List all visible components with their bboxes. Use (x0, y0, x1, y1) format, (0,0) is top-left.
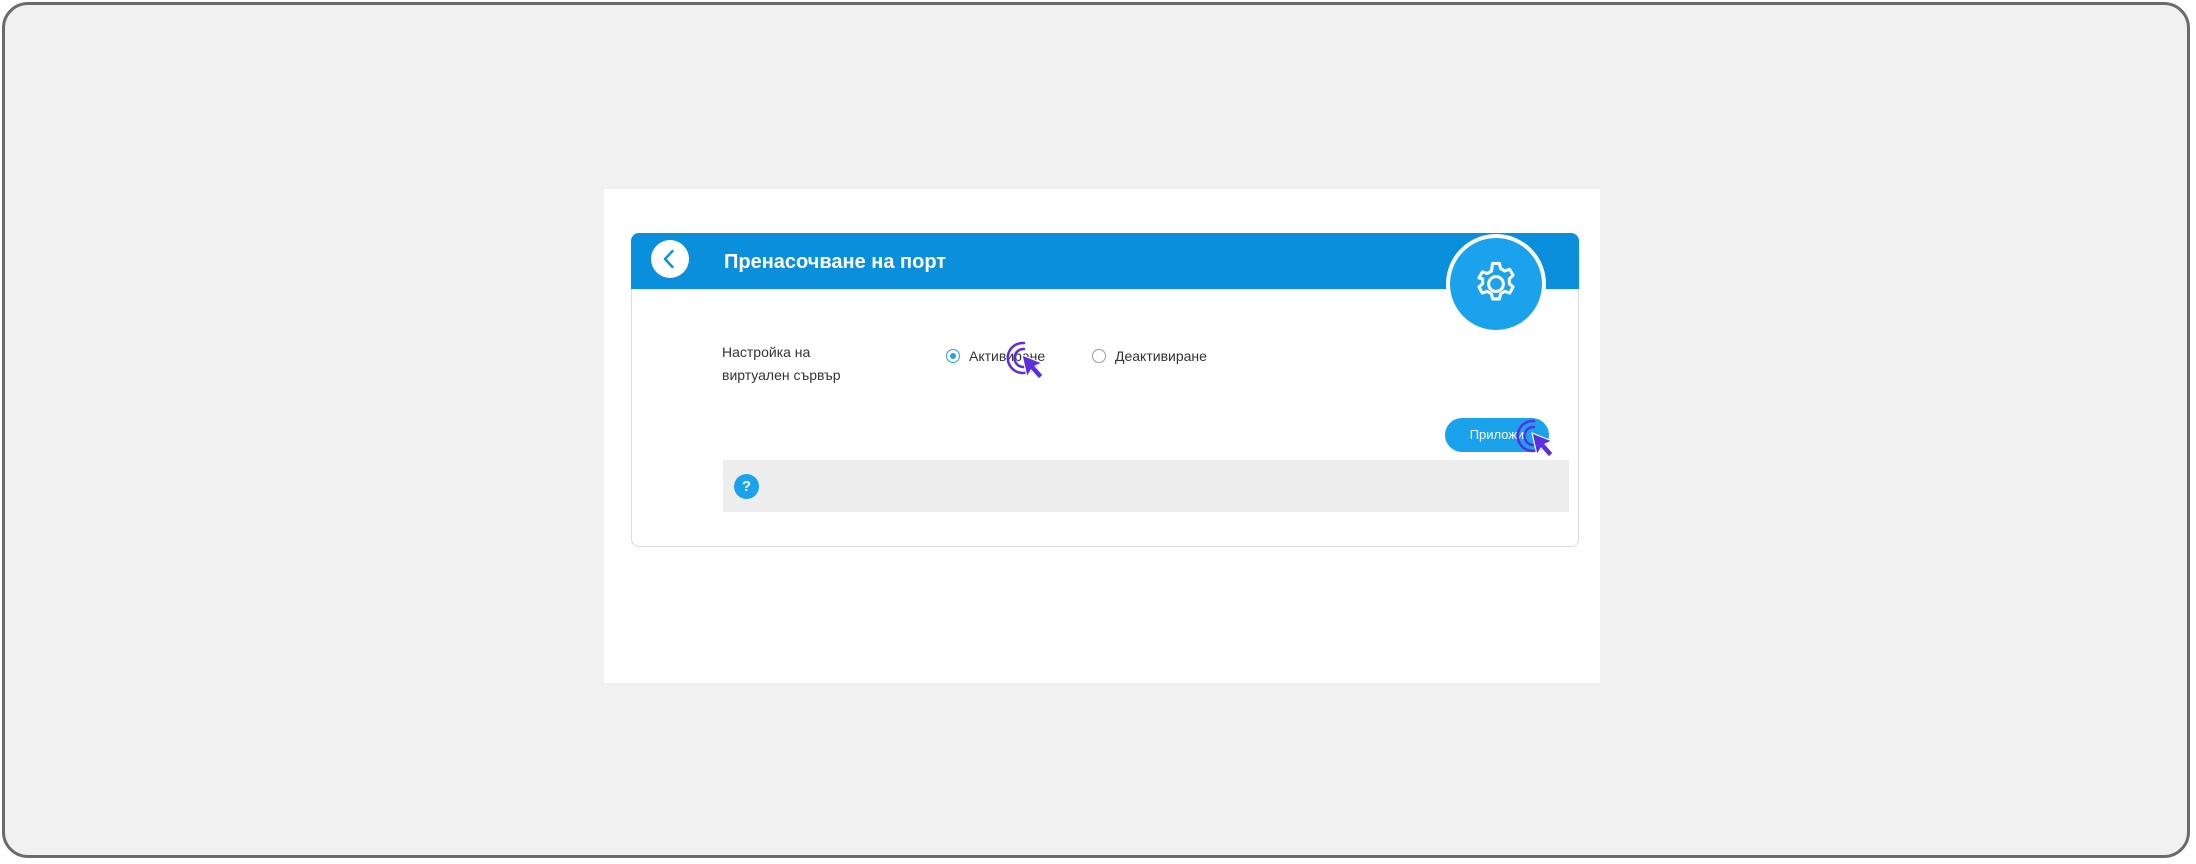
back-button[interactable] (651, 240, 689, 278)
settings-badge (1446, 234, 1546, 334)
radio-enable-label: Активиране (969, 348, 1046, 364)
help-panel: ? (723, 460, 1569, 512)
radio-enable[interactable]: Активиране (946, 346, 1045, 366)
radio-disable[interactable]: Деактивиране (1092, 346, 1207, 366)
radio-disable-indicator[interactable] (1092, 349, 1106, 363)
port-forwarding-card: Пренасочване на порт Настройка на виртуа… (631, 233, 1579, 547)
router-settings-page: Пренасочване на порт Настройка на виртуа… (604, 189, 1600, 683)
question-icon[interactable]: ? (734, 474, 759, 499)
virtual-server-label: Настройка на виртуален сървър (722, 344, 841, 383)
page-title: Пренасочване на порт (724, 251, 947, 273)
chevron-left-icon (663, 249, 674, 269)
gear-icon (1477, 261, 1515, 301)
window-frame: Пренасочване на порт Настройка на виртуа… (2, 2, 2190, 858)
radio-disable-label: Деактивиране (1115, 348, 1207, 364)
apply-button[interactable]: Приложи (1445, 418, 1549, 452)
radio-enable-indicator[interactable] (946, 349, 960, 363)
card-header: Пренасочване на порт (631, 233, 1579, 289)
